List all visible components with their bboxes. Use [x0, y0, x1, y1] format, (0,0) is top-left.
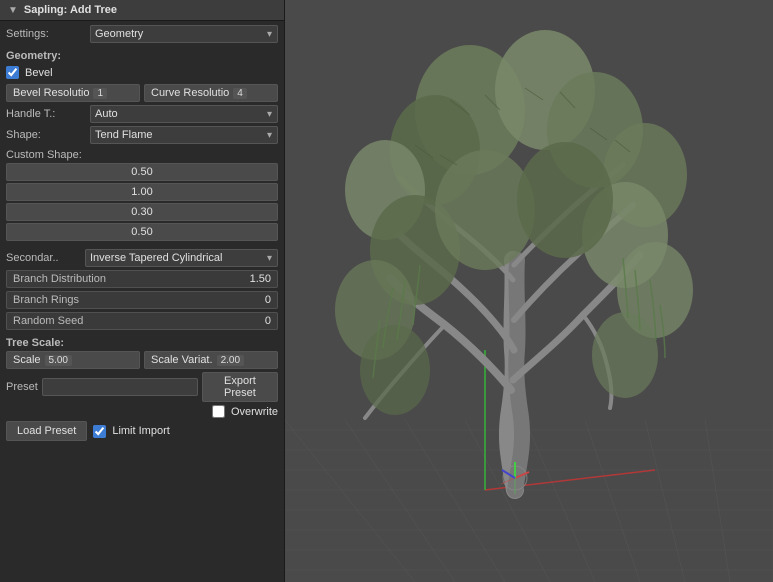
load-preset-btn[interactable]: Load Preset — [6, 421, 87, 441]
export-preset-btn[interactable]: Export Preset — [202, 372, 278, 402]
settings-row: Settings: Geometry Branches Leaves Armat… — [6, 25, 278, 43]
collapse-icon[interactable]: ▼ — [8, 5, 18, 16]
shape-label: Shape: — [6, 129, 86, 141]
custom-shape-val-2[interactable]: 1.00 — [6, 183, 278, 201]
limit-import-label: Limit Import — [112, 425, 169, 437]
handle-type-label: Handle T.: — [6, 108, 86, 120]
overwrite-row: Overwrite — [6, 405, 278, 418]
secondary-select-wrapper: Inverse Tapered Cylindrical Spherical Cy… — [85, 249, 278, 267]
tree-scale-label: Tree Scale: — [6, 333, 278, 351]
preset-input[interactable] — [42, 378, 198, 396]
bevel-resolution-btn[interactable]: Bevel Resolutio 1 — [6, 84, 140, 102]
secondary-label: Secondar.. — [6, 252, 81, 264]
settings-select[interactable]: Geometry Branches Leaves Armature — [90, 25, 278, 43]
scale-variation-value: 2.00 — [217, 355, 244, 366]
random-seed-row[interactable]: Random Seed 0 — [6, 312, 278, 330]
handle-type-select-wrapper: Auto Vector Aligned Free — [90, 105, 278, 123]
branch-distribution-label: Branch Distribution — [13, 273, 227, 285]
branch-rings-row[interactable]: Branch Rings 0 — [6, 291, 278, 309]
scale-btn[interactable]: Scale 5.00 — [6, 351, 140, 369]
panel-header: ▼ Sapling: Add Tree — [0, 0, 284, 21]
branch-rings-value: 0 — [231, 294, 271, 306]
bevel-label: Bevel — [25, 67, 53, 79]
preset-row: Preset Export Preset — [6, 372, 278, 402]
custom-shape-row-1: 0.50 — [6, 163, 278, 181]
handle-type-select[interactable]: Auto Vector Aligned Free — [90, 105, 278, 123]
bevel-checkbox[interactable] — [6, 66, 19, 79]
branch-distribution-value: 1.50 — [231, 273, 271, 285]
handle-type-row: Handle T.: Auto Vector Aligned Free — [6, 105, 278, 123]
preset-label: Preset — [6, 381, 38, 393]
limit-import-checkbox[interactable] — [93, 425, 106, 438]
custom-shape-val-1[interactable]: 0.50 — [6, 163, 278, 181]
shape-select[interactable]: Tend Flame Spherical Hemispherical Cylin… — [90, 126, 278, 144]
scale-variation-btn[interactable]: Scale Variat. 2.00 — [144, 351, 278, 369]
resolution-row: Bevel Resolutio 1 Curve Resolutio 4 — [6, 84, 278, 102]
geometry-section-label: Geometry: — [6, 46, 278, 64]
bevel-resolution-value: 1 — [93, 88, 107, 99]
footer-row: Load Preset Limit Import — [6, 421, 278, 441]
scale-row: Scale 5.00 Scale Variat. 2.00 — [6, 351, 278, 369]
custom-shape-row-2: 1.00 — [6, 183, 278, 201]
overwrite-label: Overwrite — [231, 406, 278, 418]
branch-distribution-row[interactable]: Branch Distribution 1.50 — [6, 270, 278, 288]
secondary-select[interactable]: Inverse Tapered Cylindrical Spherical Cy… — [85, 249, 278, 267]
shape-row: Shape: Tend Flame Spherical Hemispherica… — [6, 126, 278, 144]
settings-label: Settings: — [6, 28, 86, 40]
custom-shape-row-3: 0.30 — [6, 203, 278, 221]
settings-select-wrapper: Geometry Branches Leaves Armature — [90, 25, 278, 43]
bevel-row: Bevel — [6, 64, 278, 81]
random-seed-label: Random Seed — [13, 315, 227, 327]
secondary-row: Secondar.. Inverse Tapered Cylindrical S… — [6, 249, 278, 267]
shape-select-wrapper: Tend Flame Spherical Hemispherical Cylin… — [90, 126, 278, 144]
random-seed-value: 0 — [231, 315, 271, 327]
3d-viewport[interactable] — [285, 0, 773, 582]
panel-title: Sapling: Add Tree — [24, 4, 117, 16]
scale-value: 5.00 — [45, 355, 72, 366]
branch-rings-label: Branch Rings — [13, 294, 227, 306]
custom-shape-val-4[interactable]: 0.50 — [6, 223, 278, 241]
overwrite-checkbox[interactable] — [212, 405, 225, 418]
custom-shape-row-4: 0.50 — [6, 223, 278, 241]
custom-shape-values: 0.50 1.00 0.30 0.50 — [6, 163, 278, 241]
custom-shape-val-3[interactable]: 0.30 — [6, 203, 278, 221]
curve-resolution-value: 4 — [233, 88, 247, 99]
settings-panel: ▼ Sapling: Add Tree Settings: Geometry B… — [0, 0, 285, 582]
viewport-svg — [285, 0, 773, 582]
curve-resolution-btn[interactable]: Curve Resolutio 4 — [144, 84, 278, 102]
custom-shape-label: Custom Shape: — [6, 147, 278, 163]
